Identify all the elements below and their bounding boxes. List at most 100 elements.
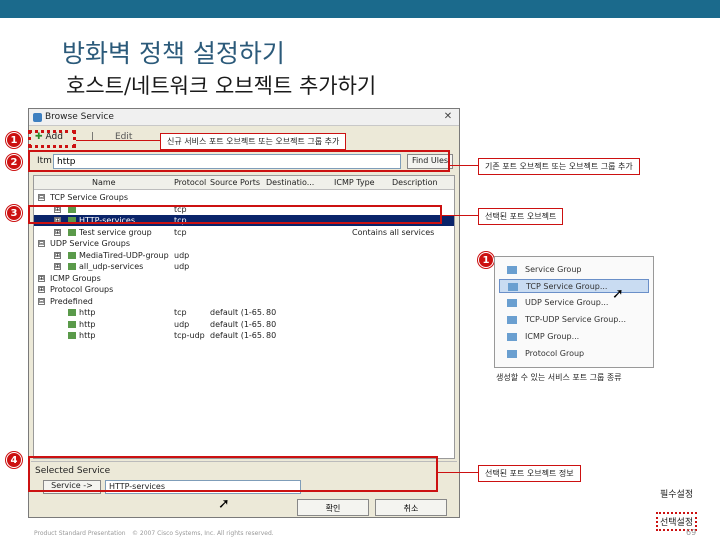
cancel-button[interactable]: 취소 [375,499,447,516]
table-row[interactable]: ⊞ Test service group tcp Contains all servi… [34,227,454,238]
window-titlebar: Browse Service ✕ [29,109,459,126]
callout-selected-info: 선택된 포트 오브젝트 정보 [478,465,581,482]
app-icon [33,113,42,122]
service-icon [68,251,76,259]
highlight-selected-row [28,205,442,224]
badge-3: 3 [6,205,22,221]
popup-note: 생성할 수 있는 서비스 포트 그룹 종류 [496,373,622,382]
col-protocol[interactable]: Protocol [174,178,206,187]
table-row[interactable]: http tcp-udp default (1-65... 80 [34,330,454,341]
group-icon [507,266,517,274]
callout-existing-object: 기존 포트 오브젝트 또는 오브젝트 그룹 추가 [478,158,640,175]
row-name: ICMP Groups [50,273,101,283]
menu-item-udp-service-group[interactable]: UDP Service Group... [499,296,649,310]
row-name: http [68,320,170,329]
service-group-menu: Service Group TCP Service Group... UDP S… [494,256,654,368]
col-destination[interactable]: Destinatio... [266,178,322,187]
collapse-icon[interactable]: ⊟ [38,194,45,201]
row-source-ports: default (1-65... [210,308,264,317]
page-number: 69 [686,528,697,537]
expand-icon[interactable]: ⊞ [54,263,61,270]
row-name: Protocol Groups [50,285,114,294]
row-destination: 80 [266,319,277,329]
highlight-filter-bar [28,150,450,172]
row-protocol: tcp [174,308,187,317]
badge-4: 4 [6,452,22,468]
callout-new-object: 신규 서비스 포트 오브젝트 또는 오브젝트 그룹 추가 [160,133,347,150]
badge-popup-1: 1 [478,252,494,268]
group-icon [507,333,517,341]
highlight-selected-service [28,456,438,492]
row-name: UDP Service Groups [50,239,131,248]
group-icon [507,299,517,307]
col-icmp-type[interactable]: ICMP Type [334,178,375,187]
col-description[interactable]: Description [392,178,438,187]
window-title: Browse Service [45,112,114,122]
table-header: Name Protocol Source Ports Destinatio...… [34,176,454,190]
arrow-selected-info [438,472,478,473]
row-destination: 80 [266,308,277,317]
footer-left: Product Standard Presentation [34,530,126,537]
callout-selected-object: 선택된 포트 오브젝트 [478,208,564,225]
arrow-new-object [76,140,160,141]
table-row[interactable]: ⊟ Predefined [34,296,454,307]
row-name: MediaTired-UDP-group [68,251,170,260]
row-source-ports: default (1-65... [210,319,264,329]
col-source-ports[interactable]: Source Ports [210,178,260,187]
legend-required: 필수설정 [660,490,694,500]
expand-icon[interactable]: ⊞ [38,274,45,282]
row-name: TCP Service Groups [50,193,129,202]
row-description: Contains all services [352,227,435,237]
menu-item-service-group[interactable]: Service Group [499,263,649,277]
group-icon [507,316,517,324]
collapse-icon[interactable]: ⊟ [38,240,45,247]
arrow-selected-object [442,215,478,216]
slide-title: 방화벽 정책 설정하기 [62,39,285,68]
arrow-existing-object [450,165,478,166]
menu-item-tcp-service-group[interactable]: TCP Service Group... [499,279,649,293]
table-row[interactable]: ⊟ UDP Service Groups [34,238,454,249]
menu-item-protocol-group[interactable]: Protocol Group [499,347,649,361]
row-source-ports: default (1-65... [210,331,264,340]
row-protocol: tcp [174,227,187,237]
top-accent-bar [0,0,720,18]
row-protocol: udp [174,262,190,271]
close-icon[interactable]: ✕ [441,111,455,124]
table-row[interactable]: http udp default (1-65... 80 [34,319,454,330]
row-name: http [68,331,170,340]
table-row[interactable]: ⊞ Protocol Groups [34,284,454,295]
table-row[interactable]: ⊞ ICMP Groups [34,273,454,284]
mouse-cursor-icon: ➚ [218,496,230,512]
table-row[interactable]: ⊞ MediaTired-UDP-group udp [34,250,454,261]
footer-copyright: © 2007 Cisco Systems, Inc. All rights re… [132,530,274,537]
col-name[interactable]: Name [92,178,116,187]
row-protocol: udp [174,319,190,329]
service-icon [68,320,76,328]
row-name: Test service group [68,228,170,237]
badge-2: 2 [6,154,22,170]
slide-subtitle: 호스트/네트워크 오브젝트 추가하기 [66,74,377,98]
row-protocol: tcp-udp [174,331,205,340]
table-row[interactable]: http tcp default (1-65... 80 [34,307,454,318]
service-icon [68,228,76,236]
table-row[interactable]: ⊞ all_udp-services udp [34,261,454,272]
row-name: Predefined [50,296,93,306]
ok-button[interactable]: 확인 [297,499,369,516]
row-name: all_udp-services [68,262,170,271]
service-icon [68,332,76,339]
expand-icon[interactable]: ⊞ [54,228,61,236]
row-destination: 80 [266,331,277,340]
mouse-cursor-icon: ➚ [612,286,624,302]
group-icon [508,283,518,291]
menu-item-tcp-udp-service-group[interactable]: TCP-UDP Service Group... [499,313,649,327]
table-row[interactable]: ⊟ TCP Service Groups [34,192,454,203]
row-protocol: udp [174,250,190,260]
row-name: http [68,308,170,317]
highlight-add-button [28,130,76,148]
group-icon [507,350,517,358]
expand-icon[interactable]: ⊞ [54,251,61,259]
menu-item-icmp-group[interactable]: ICMP Group... [499,330,649,344]
badge-1: 1 [6,132,22,148]
collapse-icon[interactable]: ⊟ [38,297,45,305]
expand-icon[interactable]: ⊞ [38,286,45,293]
